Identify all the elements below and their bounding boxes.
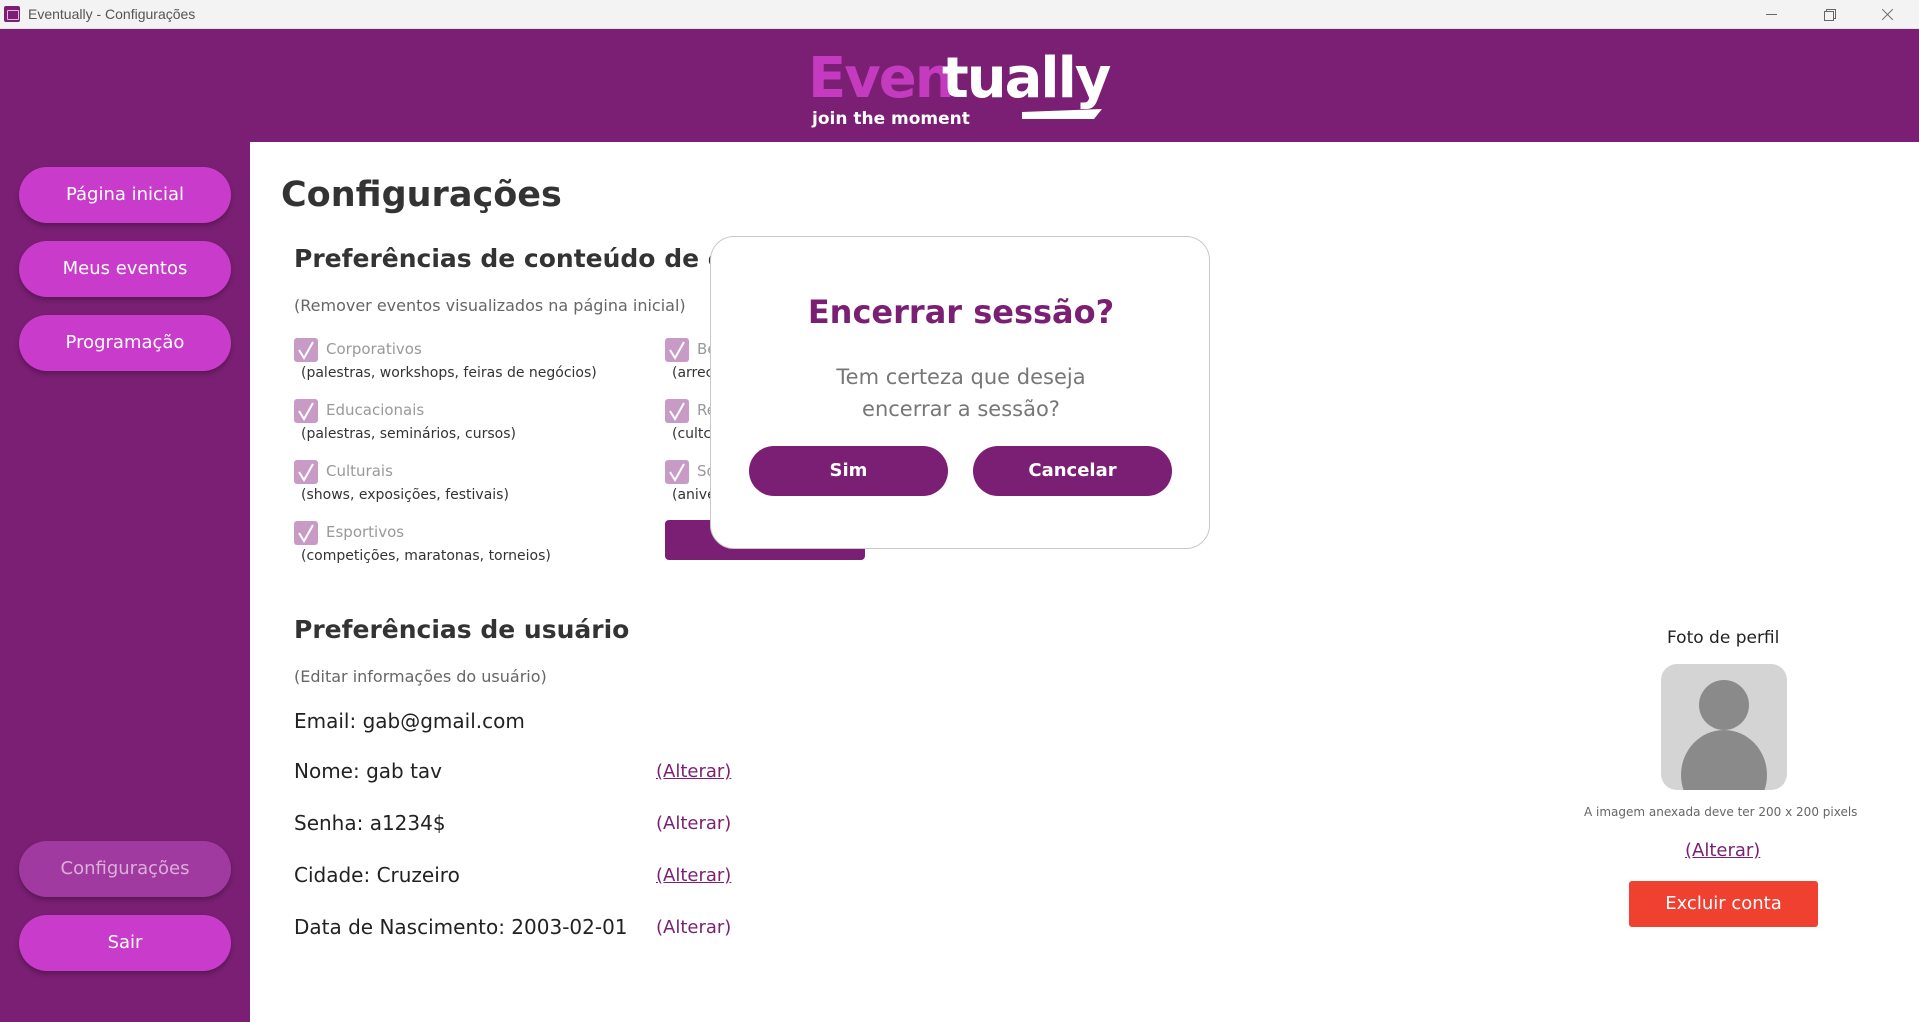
content-prefs-subtitle: (Remover eventos visualizados na página … — [294, 296, 686, 315]
sidebar-item-my-events[interactable]: Meus eventos — [19, 241, 231, 297]
pref-description: (shows, exposições, festivais) — [301, 487, 509, 503]
dialog-message-line2: encerrar a sessão? — [862, 397, 1060, 421]
alter-photo-link[interactable]: (Alterar) — [1685, 840, 1760, 861]
pref-description: (arrec — [672, 365, 714, 381]
checkbox-checked-icon[interactable] — [665, 399, 689, 423]
user-prefs-subtitle: (Editar informações do usuário) — [294, 667, 547, 686]
password-field: Senha: a1234$ — [294, 811, 446, 835]
sidebar-item-home[interactable]: Página inicial — [19, 167, 231, 223]
profile-photo-note: A imagem anexada deve ter 200 x 200 pixe… — [1584, 805, 1858, 819]
page-title: Configurações — [281, 175, 562, 215]
checkbox-checked-icon[interactable] — [665, 338, 689, 362]
dialog-message: Tem certeza que deseja encerrar a sessão… — [811, 361, 1111, 425]
pref-label: Esportivos — [326, 523, 405, 541]
logout-button[interactable]: Sair — [19, 915, 231, 971]
checkbox-checked-icon[interactable] — [294, 521, 318, 545]
user-prefs-title: Preferências de usuário — [294, 615, 630, 644]
window-titlebar: Eventually - Configurações — [0, 0, 1919, 29]
logout-confirm-dialog: Encerrar sessão? Tem certeza que deseja … — [710, 236, 1210, 549]
brand-tagline: join the moment — [812, 109, 970, 129]
delete-account-button[interactable]: Excluir conta — [1629, 881, 1818, 927]
minimize-icon[interactable] — [1742, 0, 1800, 29]
app-header: Even tually join the moment — [0, 29, 1919, 142]
restore-icon[interactable] — [1800, 0, 1858, 29]
cancel-button[interactable]: Cancelar — [973, 446, 1172, 496]
alter-name-link[interactable]: (Alterar) — [656, 761, 731, 782]
sidebar-item-schedule[interactable]: Programação — [19, 315, 231, 371]
pref-description: (palestras, workshops, feiras de negócio… — [301, 365, 597, 381]
email-field: Email: gab@gmail.com — [294, 709, 525, 733]
pref-description: (cultc — [672, 426, 712, 442]
checkbox-checked-icon[interactable] — [294, 338, 318, 362]
logo-swoosh-icon — [1022, 109, 1102, 119]
dialog-title: Encerrar sessão? — [807, 293, 1115, 331]
checkbox-checked-icon[interactable] — [294, 460, 318, 484]
content-prefs-title: Preferências de conteúdo de con — [294, 244, 758, 273]
brand-name-part1: Even — [808, 46, 955, 111]
app-icon — [4, 6, 20, 22]
brand-name-part2: tually — [942, 46, 1111, 111]
alter-birthdate-link[interactable]: (Alterar) — [656, 917, 731, 938]
checkbox-checked-icon[interactable] — [294, 399, 318, 423]
birthdate-field: Data de Nascimento: 2003-02-01 — [294, 915, 628, 939]
dialog-message-line1: Tem certeza que deseja — [836, 365, 1086, 389]
city-field: Cidade: Cruzeiro — [294, 863, 460, 887]
pref-label: Educacionais — [326, 401, 425, 419]
avatar-placeholder-icon — [1661, 664, 1787, 790]
window-title: Eventually - Configurações — [28, 6, 196, 22]
name-field: Nome: gab tav — [294, 759, 443, 783]
sidebar: Página inicial Meus eventos Programação … — [0, 142, 250, 1022]
sidebar-item-settings[interactable]: Configurações — [19, 841, 231, 897]
pref-description: (palestras, seminários, cursos) — [301, 426, 516, 442]
pref-description: (competições, maratonas, torneios) — [301, 548, 551, 564]
confirm-button[interactable]: Sim — [749, 446, 948, 496]
profile-photo-label: Foto de perfil — [1667, 628, 1780, 648]
pref-label: Corporativos — [326, 340, 422, 358]
checkbox-checked-icon[interactable] — [665, 460, 689, 484]
brand-logo: Even tually join the moment — [808, 46, 1111, 130]
alter-city-link[interactable]: (Alterar) — [656, 865, 731, 886]
pref-label: Culturais — [326, 462, 393, 480]
close-icon[interactable] — [1858, 0, 1916, 29]
alter-password-link[interactable]: (Alterar) — [656, 813, 731, 834]
